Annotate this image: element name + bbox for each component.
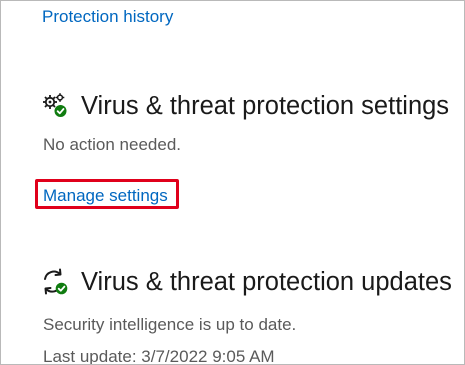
updates-section-title: Virus & threat protection updates	[81, 267, 452, 296]
settings-section-title: Virus & threat protection settings	[81, 91, 450, 120]
last-update-text: Last update: 3/7/2022 9:05 AM	[43, 347, 275, 365]
gear-check-icon	[41, 91, 69, 121]
updates-section-header: Virus & threat protection updates	[41, 267, 452, 297]
protection-history-link[interactable]: Protection history	[42, 7, 173, 27]
settings-status-text: No action needed.	[43, 135, 181, 154]
security-panel: Protection history Virus & threat protec…	[0, 0, 465, 365]
settings-section-header: Virus & threat protection settings	[41, 91, 449, 121]
manage-settings-link[interactable]: Manage settings	[43, 186, 168, 206]
updates-status-text: Security intelligence is up to date.	[43, 315, 297, 334]
refresh-check-icon	[41, 267, 69, 297]
